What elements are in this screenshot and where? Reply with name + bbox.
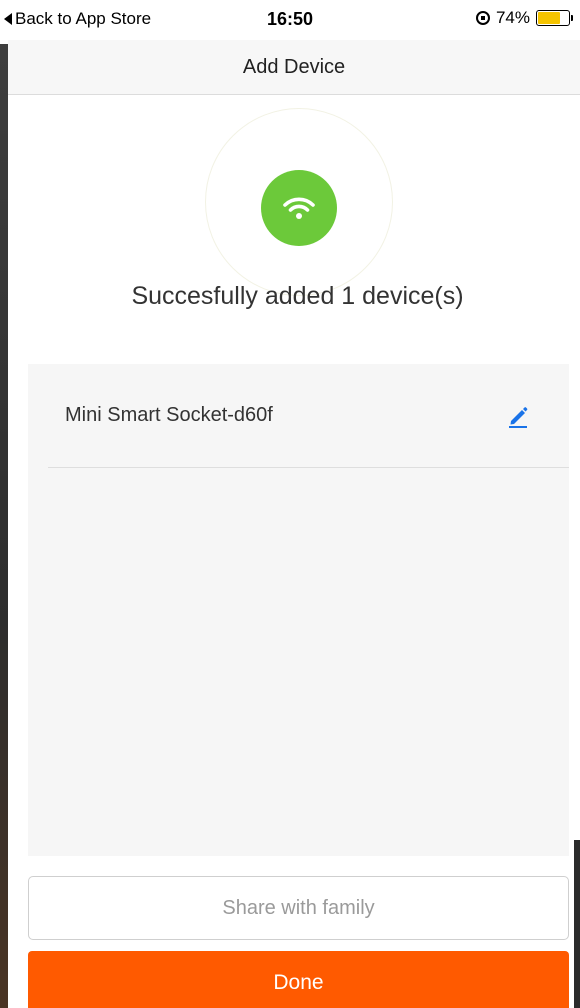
status-indicators: 74% xyxy=(475,8,573,28)
add-device-screen: Back to App Store 16:50 74% Add Device S… xyxy=(0,0,580,1008)
page-title: Add Device xyxy=(242,56,346,78)
status-bar: Back to App Store 16:50 74% xyxy=(0,0,580,40)
background-app-edge xyxy=(0,44,8,1008)
share-with-family-button[interactable]: Share with family xyxy=(28,876,569,940)
device-list-item[interactable]: Mini Smart Socket-d60f xyxy=(48,364,569,468)
done-button[interactable]: Done xyxy=(28,951,569,1008)
battery-icon xyxy=(536,10,573,26)
device-list: Mini Smart Socket-d60f xyxy=(28,364,569,856)
background-app-edge-right xyxy=(574,840,580,1008)
battery-percent: 74% xyxy=(495,8,530,27)
battery-level-fill xyxy=(538,12,561,24)
success-message: Succesfully added 1 device(s) xyxy=(131,282,464,310)
device-name: Mini Smart Socket-d60f xyxy=(65,404,273,426)
pencil-icon[interactable] xyxy=(507,404,529,428)
nav-bar: Add Device xyxy=(8,40,580,95)
rotation-lock-icon xyxy=(475,11,490,25)
wifi-icon xyxy=(261,170,337,246)
